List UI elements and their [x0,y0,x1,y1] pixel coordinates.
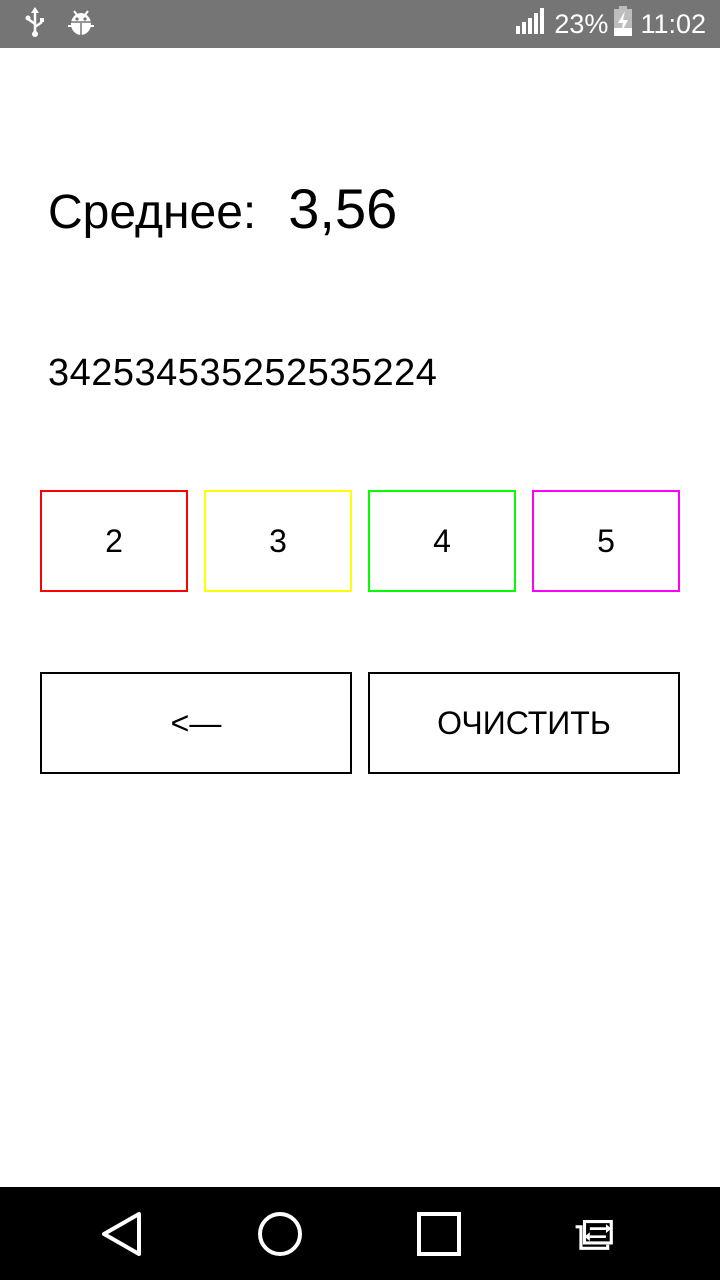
average-label: Среднее: [48,186,257,239]
battery-percent: 23% [554,8,609,39]
battery-charging-icon [614,5,633,43]
app-screen: 23% 11:02 Среднее: 3,56 3425345352525352… [0,0,720,1280]
average-value: 3,56 [288,177,398,240]
home-icon[interactable] [255,1209,305,1259]
recents-icon[interactable] [414,1209,464,1259]
status-system-info: 23% 11:02 [516,0,706,48]
usb-icon [24,6,46,42]
grades-string: 342534535252535224 [48,352,438,394]
grade-5-button[interactable]: 5 [532,490,680,592]
status-notifications [24,6,94,42]
android-debug-icon [68,8,94,41]
signal-icon [516,7,546,41]
navigation-bar [0,1187,720,1280]
app-switch-icon[interactable] [572,1209,622,1259]
clock: 11:02 [640,8,706,39]
grade-2-button[interactable]: 2 [40,490,188,592]
backspace-button[interactable]: <— [40,672,352,774]
average-row: Среднее: 3,56 [48,176,397,256]
grade-4-button[interactable]: 4 [368,490,516,592]
back-icon[interactable] [96,1209,146,1259]
status-bar: 23% 11:02 [0,0,720,48]
clear-button[interactable]: ОЧИСТИТЬ [368,672,680,774]
grade-3-button[interactable]: 3 [204,490,352,592]
